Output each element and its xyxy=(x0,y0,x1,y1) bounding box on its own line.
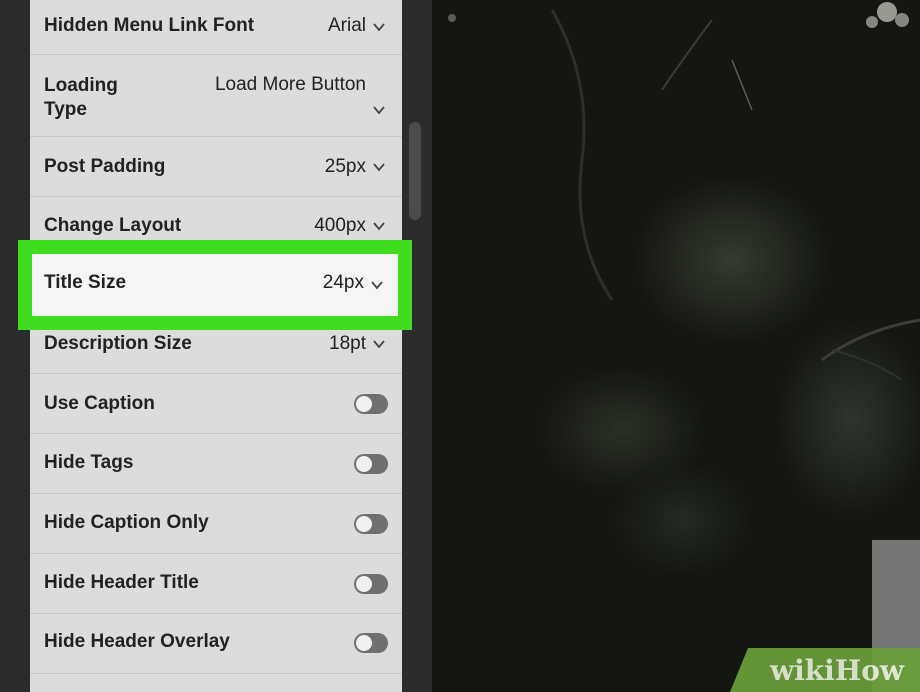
setting-label: Description Size xyxy=(44,333,192,354)
setting-value[interactable]: 25px xyxy=(325,155,366,179)
setting-row-hide-header-overlay[interactable]: Hide Header Overlay xyxy=(30,614,402,674)
setting-value[interactable]: Arial xyxy=(328,14,366,38)
toggle-knob xyxy=(356,456,372,472)
setting-label: Title Size xyxy=(44,272,127,293)
setting-row-change-layout[interactable]: Change Layout 400px xyxy=(30,197,402,255)
setting-row-title-size[interactable]: Title Size 24px xyxy=(32,254,398,316)
setting-label: Hide Header Title xyxy=(44,572,199,593)
setting-row-hidden-menu-link-font[interactable]: Hidden Menu Link Font Arial xyxy=(30,0,402,55)
wikihow-watermark: wikiHow xyxy=(730,648,920,692)
watermark-text: wikiHow xyxy=(769,654,904,687)
hide-header-title-toggle[interactable] xyxy=(354,574,388,594)
setting-row-post-padding[interactable]: Post Padding 25px xyxy=(30,137,402,197)
night-tree-photo xyxy=(448,2,920,692)
setting-label: Use Caption xyxy=(44,393,155,414)
chevron-down-icon[interactable] xyxy=(372,337,386,351)
scrollbar-track[interactable] xyxy=(402,0,432,692)
toggle-knob xyxy=(356,396,372,412)
chevron-down-icon[interactable] xyxy=(372,219,386,233)
setting-value[interactable]: 18pt xyxy=(329,332,366,356)
hide-tags-toggle[interactable] xyxy=(354,454,388,474)
setting-row-use-caption[interactable]: Use Caption xyxy=(30,374,402,434)
setting-label: Hide Tags xyxy=(44,452,134,473)
toggle-knob xyxy=(356,635,372,651)
toggle-knob xyxy=(356,516,372,532)
chevron-down-icon[interactable] xyxy=(372,103,386,117)
toggle-knob xyxy=(356,576,372,592)
hide-header-overlay-toggle[interactable] xyxy=(354,633,388,653)
setting-value[interactable]: 400px xyxy=(314,214,366,238)
chevron-down-icon[interactable] xyxy=(372,20,386,34)
setting-value[interactable]: Load More Button xyxy=(215,73,366,97)
setting-row-loading-type[interactable]: Loading Type Load More Button xyxy=(30,55,402,137)
setting-label: Hide Caption Only xyxy=(44,512,209,533)
setting-row-hide-header-title[interactable]: Hide Header Title xyxy=(30,554,402,614)
setting-label: Loading Type xyxy=(44,75,118,120)
setting-row-description-size[interactable]: Description Size 18pt xyxy=(30,316,402,374)
use-caption-toggle[interactable] xyxy=(354,394,388,414)
hide-caption-only-toggle[interactable] xyxy=(354,514,388,534)
setting-row-hide-tags[interactable]: Hide Tags xyxy=(30,434,402,494)
chevron-down-icon[interactable] xyxy=(372,160,386,174)
scrollbar-thumb[interactable] xyxy=(409,122,421,220)
setting-label: Change Layout xyxy=(44,215,182,236)
chevron-down-icon[interactable] xyxy=(370,278,384,292)
settings-panel: Hidden Menu Link Font Arial Loading Type… xyxy=(30,0,402,692)
setting-label: Hide Header Overlay xyxy=(44,631,230,652)
left-gutter xyxy=(0,0,30,692)
setting-label: Post Padding xyxy=(44,156,166,177)
setting-label: Hidden Menu Link Font xyxy=(44,15,255,36)
setting-value[interactable]: 24px xyxy=(323,272,364,294)
setting-row-hide-caption-only[interactable]: Hide Caption Only xyxy=(30,494,402,554)
preview-canvas: wikiHow xyxy=(432,0,920,692)
